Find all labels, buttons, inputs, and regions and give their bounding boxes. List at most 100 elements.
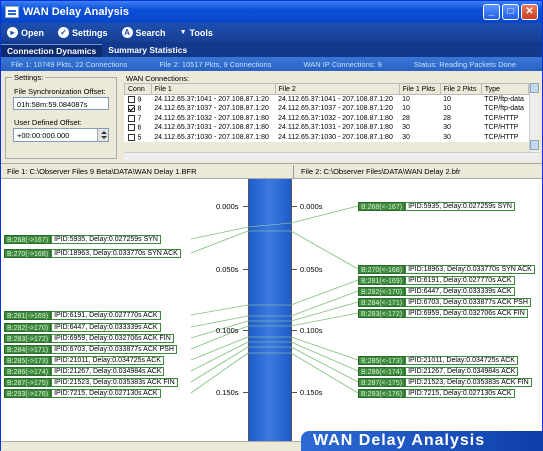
packet-id-badge: B:281(<-169) [358, 276, 406, 285]
packet-description: IPID:7215, Delay:0.027130s ACK [405, 389, 515, 398]
timeline-panel: 0.000s 0.000s 0.050s 0.050s 0.100s 0.100s 0.15… [1, 179, 542, 441]
connection-checkbox[interactable] [127, 114, 135, 122]
wan-connections-title: WAN Connections: [126, 74, 190, 83]
packet-id-badge: B:283(<-172) [358, 309, 406, 318]
left-packet-flow-line [190, 226, 249, 240]
table-vertical-scrollbar[interactable] [529, 83, 539, 152]
packet-description: IPID:21523, Delay:0.035383s ACK FIN [51, 378, 178, 387]
user-offset-stepper[interactable]: +00:00:000.000 [13, 128, 109, 142]
connection-checkbox[interactable] [127, 124, 135, 132]
right-packet-label[interactable]: B:293(<-176) IPID:7215, Delay:0.027130s A… [358, 389, 515, 398]
connection-checkbox[interactable] [127, 105, 135, 113]
right-axis-tick-label: 0.100s [300, 326, 323, 335]
left-packet-label[interactable]: B:281(->169) IPID:6191, Delay:0.027770s A… [4, 311, 161, 320]
table-row[interactable]: 6 24.112.65.37:1031 - 207.108.87.1:80 24.1… [125, 123, 529, 133]
left-packet-label[interactable]: B:293(->176) IPID:7215, Delay:0.027130s A… [4, 389, 161, 398]
right-packet-label[interactable]: B:286(<-174) IPID:21267, Delay:0.034984s … [358, 367, 519, 376]
packet-description: IPID:21011, Delay:0.034725s ACK [51, 356, 164, 365]
open-label: Open [21, 27, 45, 38]
packet-description: IPID:18963, Delay:0.033770s SYN ACK [405, 265, 535, 274]
right-packet-label[interactable]: B:282(<-170) IPID:6447, Delay:0.033339s A… [358, 287, 515, 296]
file2-cell: 24.112.65.37:1037 - 207.108.87.1:20 [278, 105, 393, 113]
packet-id-badge: B:282(->170) [4, 323, 52, 332]
conn-cell[interactable]: 6 [125, 123, 152, 133]
maximize-button[interactable]: □ [502, 4, 519, 20]
left-packet-label[interactable]: B:283(->172) IPID:6959, Delay:0.032706s A… [4, 334, 174, 343]
window-title: WAN Delay Analysis [23, 6, 129, 18]
table-row[interactable]: 5 24.112.65.37:1030 - 207.108.87.1:80 24.1… [125, 133, 529, 143]
conn-cell[interactable]: 8 [125, 104, 152, 114]
settings-title: Settings: [12, 73, 46, 82]
right-packet-label[interactable]: B:287(<-175) IPID:21523, Delay:0.035383s … [358, 378, 532, 387]
packet-id-badge: B:284(<-171) [358, 298, 406, 307]
right-packet-label[interactable]: B:283(<-172) IPID:6959, Delay:0.032706s A… [358, 309, 528, 318]
packet-description: IPID:21267, Delay:0.034984s ACK [51, 367, 165, 376]
open-button[interactable]: ▸ Open [7, 27, 44, 38]
right-axis-tick [292, 206, 297, 207]
packet-description: IPID:6447, Delay:0.033339s ACK [405, 287, 515, 296]
left-packet-label[interactable]: B:285(->173) IPID:21011, Delay:0.034725s … [4, 356, 164, 365]
packet-id-badge: B:293(->176) [4, 389, 52, 398]
minimize-button[interactable]: _ [483, 4, 500, 20]
packet-id-badge: B:286(<-174) [358, 367, 406, 376]
tools-button[interactable]: ▼ Tools [180, 28, 213, 38]
left-packet-label[interactable]: B:270(->168) IPID:18963, Delay:0.033770s … [4, 249, 181, 258]
tab-connection-dynamics[interactable]: Connection Dynamics [1, 44, 103, 57]
column-header-conn[interactable]: Conn [124, 83, 152, 95]
settings-button[interactable]: ✓ Settings [58, 27, 108, 38]
packet-id-badge: B:281(->169) [4, 311, 52, 320]
packet-id-badge: B:287(<-175) [358, 378, 406, 387]
left-packet-label[interactable]: B:286(->174) IPID:21267, Delay:0.034984s … [4, 367, 165, 376]
packet-description: IPID:6959, Delay:0.032706s ACK FIN [51, 334, 174, 343]
right-packet-label[interactable]: B:284(<-171) IPID:6703, Delay:0.033877s A… [358, 298, 531, 307]
type-cell: TCP/ftp-data [484, 96, 524, 103]
right-axis-tick [292, 392, 297, 393]
file2-cell: 24.112.65.37:1041 - 207.108.87.1:20 [278, 96, 393, 103]
left-packet-label[interactable]: B:287(->175) IPID:21523, Delay:0.035383s … [4, 378, 178, 387]
search-button[interactable]: A Search [121, 27, 166, 38]
packet-id-badge: B:286(->174) [4, 367, 52, 376]
right-packet-label[interactable]: B:281(<-169) IPID:6191, Delay:0.027770s A… [358, 276, 515, 285]
table-row[interactable]: 8 24.112.65.37:1037 - 207.108.87.1:20 24.1… [125, 104, 529, 114]
right-packet-label[interactable]: B:270(<-168) IPID:18963, Delay:0.033770s … [358, 265, 535, 274]
table-row[interactable]: 9 24.112.65.37:1041 - 207.108.87.1:20 24.1… [125, 95, 529, 105]
column-header-file2[interactable]: File 2 [274, 83, 400, 95]
scroll-down-icon[interactable] [530, 140, 539, 150]
tab-summary-statistics[interactable]: Summary Statistics [102, 44, 193, 57]
file2-cell: 24.112.65.37:1030 - 207.108.87.1:80 [278, 133, 393, 141]
connection-checkbox[interactable] [127, 133, 135, 141]
packet-id-badge: B:287(->175) [4, 378, 52, 387]
app-window: WAN Delay Analysis _ □ ✕ ▸ Open ✓ Settings… [0, 0, 543, 451]
left-packet-flow-line [190, 352, 249, 394]
right-packet-label[interactable]: B:285(<-173) IPID:21011, Delay:0.034725s … [358, 356, 518, 365]
file1-pkts-cell: 30 [402, 133, 410, 141]
left-packet-label[interactable]: B:284(->171) IPID:6703, Delay:0.033877s A… [4, 345, 177, 354]
packet-id-badge: B:285(->173) [4, 356, 52, 365]
right-packet-label[interactable]: B:268(<-167) IPID:5935, Delay:0.027259s S… [358, 202, 515, 211]
right-axis-tick [292, 330, 297, 331]
app-icon [5, 6, 19, 18]
left-packet-label[interactable]: B:282(->170) IPID:6447, Delay:0.033339s A… [4, 323, 161, 332]
column-header-type[interactable]: Type [480, 83, 530, 95]
table-horizontal-scrollbar[interactable] [124, 152, 539, 161]
packet-id-badge: B:285(<-173) [358, 356, 406, 365]
conn-cell[interactable]: 9 [125, 95, 152, 105]
spinner-arrows-icon[interactable] [97, 129, 108, 141]
column-header-file2-pkts[interactable]: File 2 Pkts [439, 83, 482, 95]
conn-cell[interactable]: 7 [125, 114, 152, 124]
conn-number: 5 [137, 133, 142, 141]
close-button[interactable]: ✕ [521, 4, 538, 20]
file-path-divider [293, 165, 294, 178]
left-packet-label[interactable]: B:268(->167) IPID:5935, Delay:0.027259s S… [4, 235, 161, 244]
file2-cell: 24.112.65.37:1031 - 207.108.87.1:80 [278, 124, 393, 132]
connection-checkbox[interactable] [127, 95, 135, 103]
sync-offset-field[interactable]: 01h:58m:59.084087s [13, 97, 109, 110]
scroll-up-icon[interactable] [530, 83, 539, 93]
table-row[interactable]: 7 24.112.65.37:1032 - 207.108.87.1:80 24.1… [125, 114, 529, 124]
file1-pkts-cell: 28 [402, 114, 410, 122]
settings-label: Settings [72, 27, 108, 38]
column-header-file1[interactable]: File 1 [150, 83, 276, 95]
conn-cell[interactable]: 5 [125, 133, 152, 143]
tab-strip: Connection Dynamics Summary Statistics [1, 42, 542, 57]
column-header-file1-pkts[interactable]: File 1 Pkts [398, 83, 441, 95]
